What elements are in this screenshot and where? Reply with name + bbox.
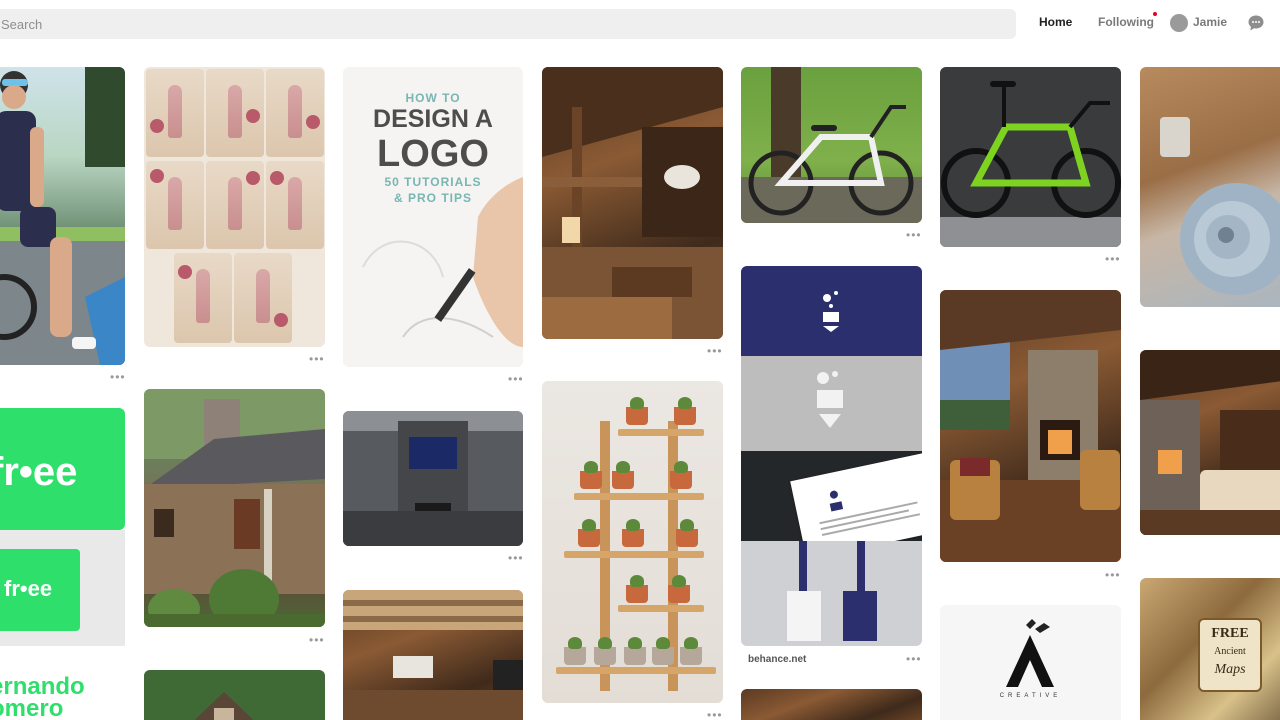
pin-ancient-maps[interactable]: FREE Ancient Maps	[1140, 578, 1280, 720]
pin-covered-porch[interactable]	[940, 290, 1121, 562]
pin-wood-living-room[interactable]	[343, 590, 523, 720]
top-bar: Home Following Jamie	[0, 0, 1280, 50]
creative-label: CREATIVE	[999, 693, 1062, 699]
pin-spiral-staircase[interactable]	[1140, 67, 1280, 307]
nav-home-link[interactable]: Home	[1039, 15, 1072, 29]
pin-more-button[interactable]: •••	[508, 552, 524, 564]
pin-more-button[interactable]: •••	[508, 373, 524, 385]
pin-tv-wall[interactable]	[343, 411, 523, 546]
free-big-text: fr•ee	[0, 450, 78, 494]
pin-free-card[interactable]: fr•ee ernando omero lormoriec	[0, 530, 125, 720]
pin-more-button[interactable]: •••	[906, 653, 922, 665]
pin-plant-shelf[interactable]	[542, 381, 723, 703]
pin-free-banner[interactable]: fr•ee	[0, 408, 125, 530]
nav-user-link[interactable]: Jamie	[1193, 15, 1227, 29]
pin-creative-logo[interactable]: CREATIVE	[940, 605, 1121, 720]
pin-forest-cabin[interactable]	[144, 670, 325, 720]
search-bar[interactable]	[0, 9, 1016, 39]
pin-cyclist-image[interactable]	[0, 67, 125, 365]
pencil-hand-illustration	[362, 177, 523, 347]
pin-more-button[interactable]: •••	[906, 229, 922, 241]
message-icon[interactable]	[1247, 14, 1265, 32]
map-title-line-1: FREE	[1211, 626, 1249, 641]
pin-wood-interior[interactable]	[741, 689, 922, 720]
pin-chalet-loft[interactable]	[542, 67, 723, 339]
pin-more-button[interactable]: •••	[309, 634, 325, 646]
pin-more-button[interactable]: •••	[1105, 253, 1121, 265]
pin-rustic-bedroom[interactable]	[1140, 350, 1280, 535]
map-title-line-2: Ancient	[1214, 646, 1246, 657]
map-title-line-3: Maps	[1214, 662, 1246, 677]
pin-source-caption[interactable]: behance.net	[748, 654, 806, 665]
pin-more-button[interactable]: •••	[707, 709, 723, 720]
pin-more-button[interactable]: •••	[1105, 569, 1121, 581]
free-small-text: fr•ee	[4, 576, 53, 601]
pin-green-race-bike[interactable]	[940, 67, 1121, 247]
avatar[interactable]	[1170, 14, 1188, 32]
nav-following-link[interactable]: Following	[1098, 15, 1154, 29]
pin-more-button[interactable]: •••	[110, 371, 126, 383]
pin-white-road-bike[interactable]	[741, 67, 922, 223]
pin-more-button[interactable]: •••	[707, 345, 723, 357]
pin-design-logo[interactable]: HOW TO DESIGN A LOGO 50 TUTORIALS & PRO …	[343, 67, 523, 367]
pin-bluefish-branding[interactable]	[741, 266, 922, 646]
pin-log-cabin[interactable]	[144, 389, 325, 627]
search-input[interactable]	[0, 9, 1016, 39]
pin-more-button[interactable]: •••	[309, 353, 325, 365]
pin-vintage-ladies[interactable]	[144, 67, 325, 347]
notification-dot-icon	[1153, 12, 1157, 16]
